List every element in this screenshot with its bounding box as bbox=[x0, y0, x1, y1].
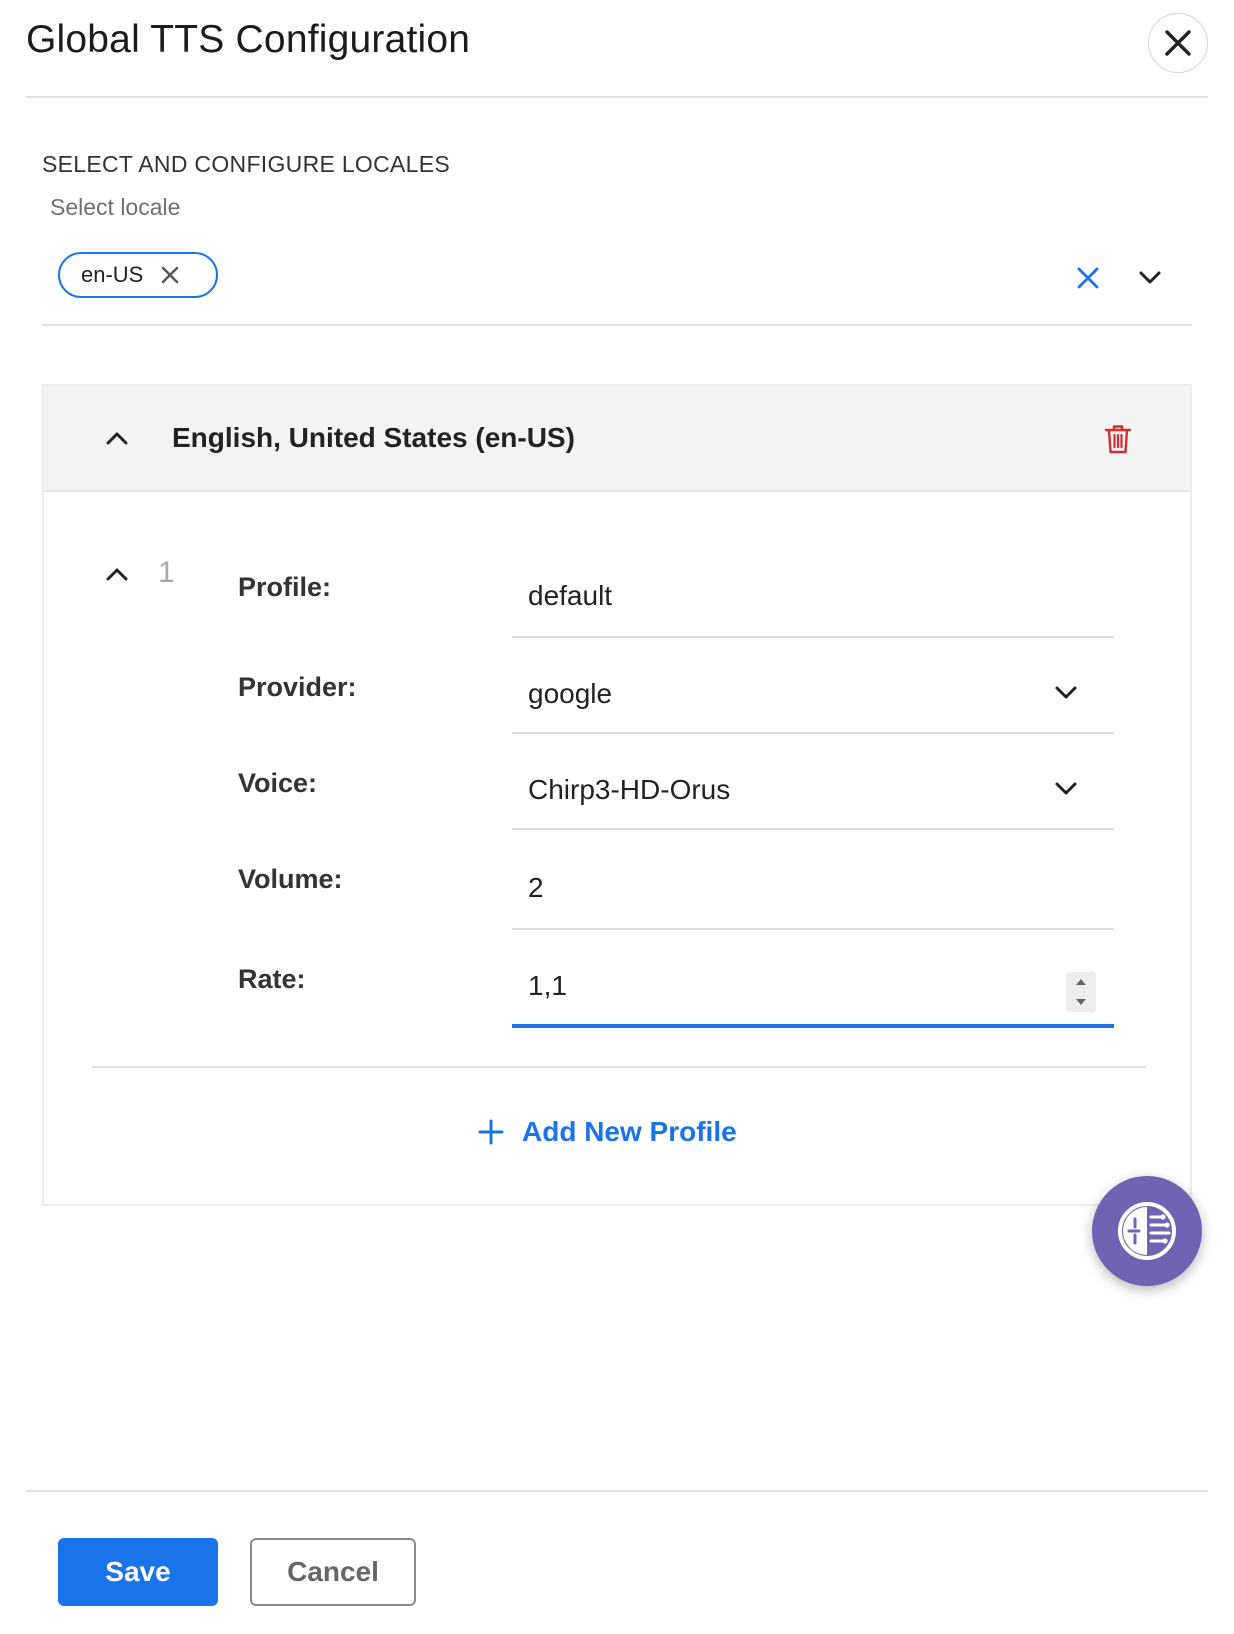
brain-circuit-icon bbox=[1118, 1202, 1176, 1260]
plus-icon bbox=[478, 1119, 504, 1145]
volume-input[interactable]: 2 bbox=[528, 872, 544, 904]
cancel-button[interactable]: Cancel bbox=[250, 1538, 416, 1606]
provider-label: Provider: bbox=[238, 672, 357, 702]
rate-input-underline-focused bbox=[512, 1024, 1114, 1028]
provider-select-underline bbox=[512, 732, 1114, 734]
select-locale-label: Select locale bbox=[50, 194, 181, 220]
caret-down-icon[interactable] bbox=[1075, 998, 1087, 1006]
locale-dropdown-toggle[interactable] bbox=[1138, 266, 1162, 295]
collapse-locale-button[interactable] bbox=[106, 430, 128, 451]
volume-input-underline bbox=[512, 928, 1114, 930]
header-divider bbox=[26, 96, 1208, 98]
close-icon bbox=[162, 266, 179, 284]
clear-icon bbox=[1077, 267, 1099, 289]
voice-dropdown-toggle[interactable] bbox=[1054, 778, 1078, 805]
voice-select[interactable]: Chirp3-HD-Orus bbox=[528, 774, 730, 806]
rate-stepper[interactable] bbox=[1066, 972, 1096, 1012]
clear-locales-button[interactable] bbox=[1076, 266, 1100, 295]
chevron-down-icon bbox=[1055, 686, 1077, 699]
rate-input[interactable]: 1,1 bbox=[528, 970, 567, 1002]
provider-dropdown-toggle[interactable] bbox=[1054, 682, 1078, 709]
remove-chip-button[interactable] bbox=[161, 266, 179, 284]
delete-locale-button[interactable] bbox=[1104, 424, 1132, 459]
locale-panel-title: English, United States (en-US) bbox=[172, 422, 575, 453]
locale-chip-label: en-US bbox=[81, 262, 144, 287]
profile-divider bbox=[92, 1066, 1146, 1068]
rate-label: Rate: bbox=[238, 964, 306, 994]
voice-label: Voice: bbox=[238, 768, 318, 798]
profile-label: Profile: bbox=[238, 572, 332, 602]
voice-select-underline bbox=[512, 828, 1114, 830]
save-button[interactable]: Save bbox=[58, 1538, 218, 1606]
profile-number: 1 bbox=[158, 556, 175, 589]
locales-section-label: SELECT AND CONFIGURE LOCALES bbox=[42, 151, 451, 177]
add-profile-button[interactable]: Add New Profile bbox=[478, 1116, 737, 1148]
caret-up-icon[interactable] bbox=[1075, 978, 1087, 986]
chevron-down-icon bbox=[1055, 782, 1077, 795]
locale-select-underline bbox=[42, 324, 1192, 326]
chevron-up-icon bbox=[106, 568, 128, 581]
add-profile-label: Add New Profile bbox=[522, 1116, 737, 1147]
close-dialog-button[interactable] bbox=[1148, 13, 1208, 73]
assistant-fab-button[interactable] bbox=[1092, 1176, 1202, 1286]
provider-select[interactable]: google bbox=[528, 678, 612, 710]
footer-divider bbox=[26, 1490, 1208, 1492]
chevron-down-icon bbox=[1139, 271, 1161, 284]
trash-icon bbox=[1104, 425, 1132, 454]
profile-input-underline bbox=[512, 636, 1114, 638]
dialog-title: Global TTS Configuration bbox=[26, 18, 471, 61]
profile-input[interactable]: default bbox=[528, 580, 612, 612]
volume-label: Volume: bbox=[238, 864, 343, 894]
locale-chip-en-us[interactable]: en-US bbox=[58, 252, 218, 298]
chevron-up-icon bbox=[106, 432, 128, 445]
close-icon bbox=[1165, 30, 1191, 56]
collapse-profile-button[interactable] bbox=[106, 566, 128, 587]
